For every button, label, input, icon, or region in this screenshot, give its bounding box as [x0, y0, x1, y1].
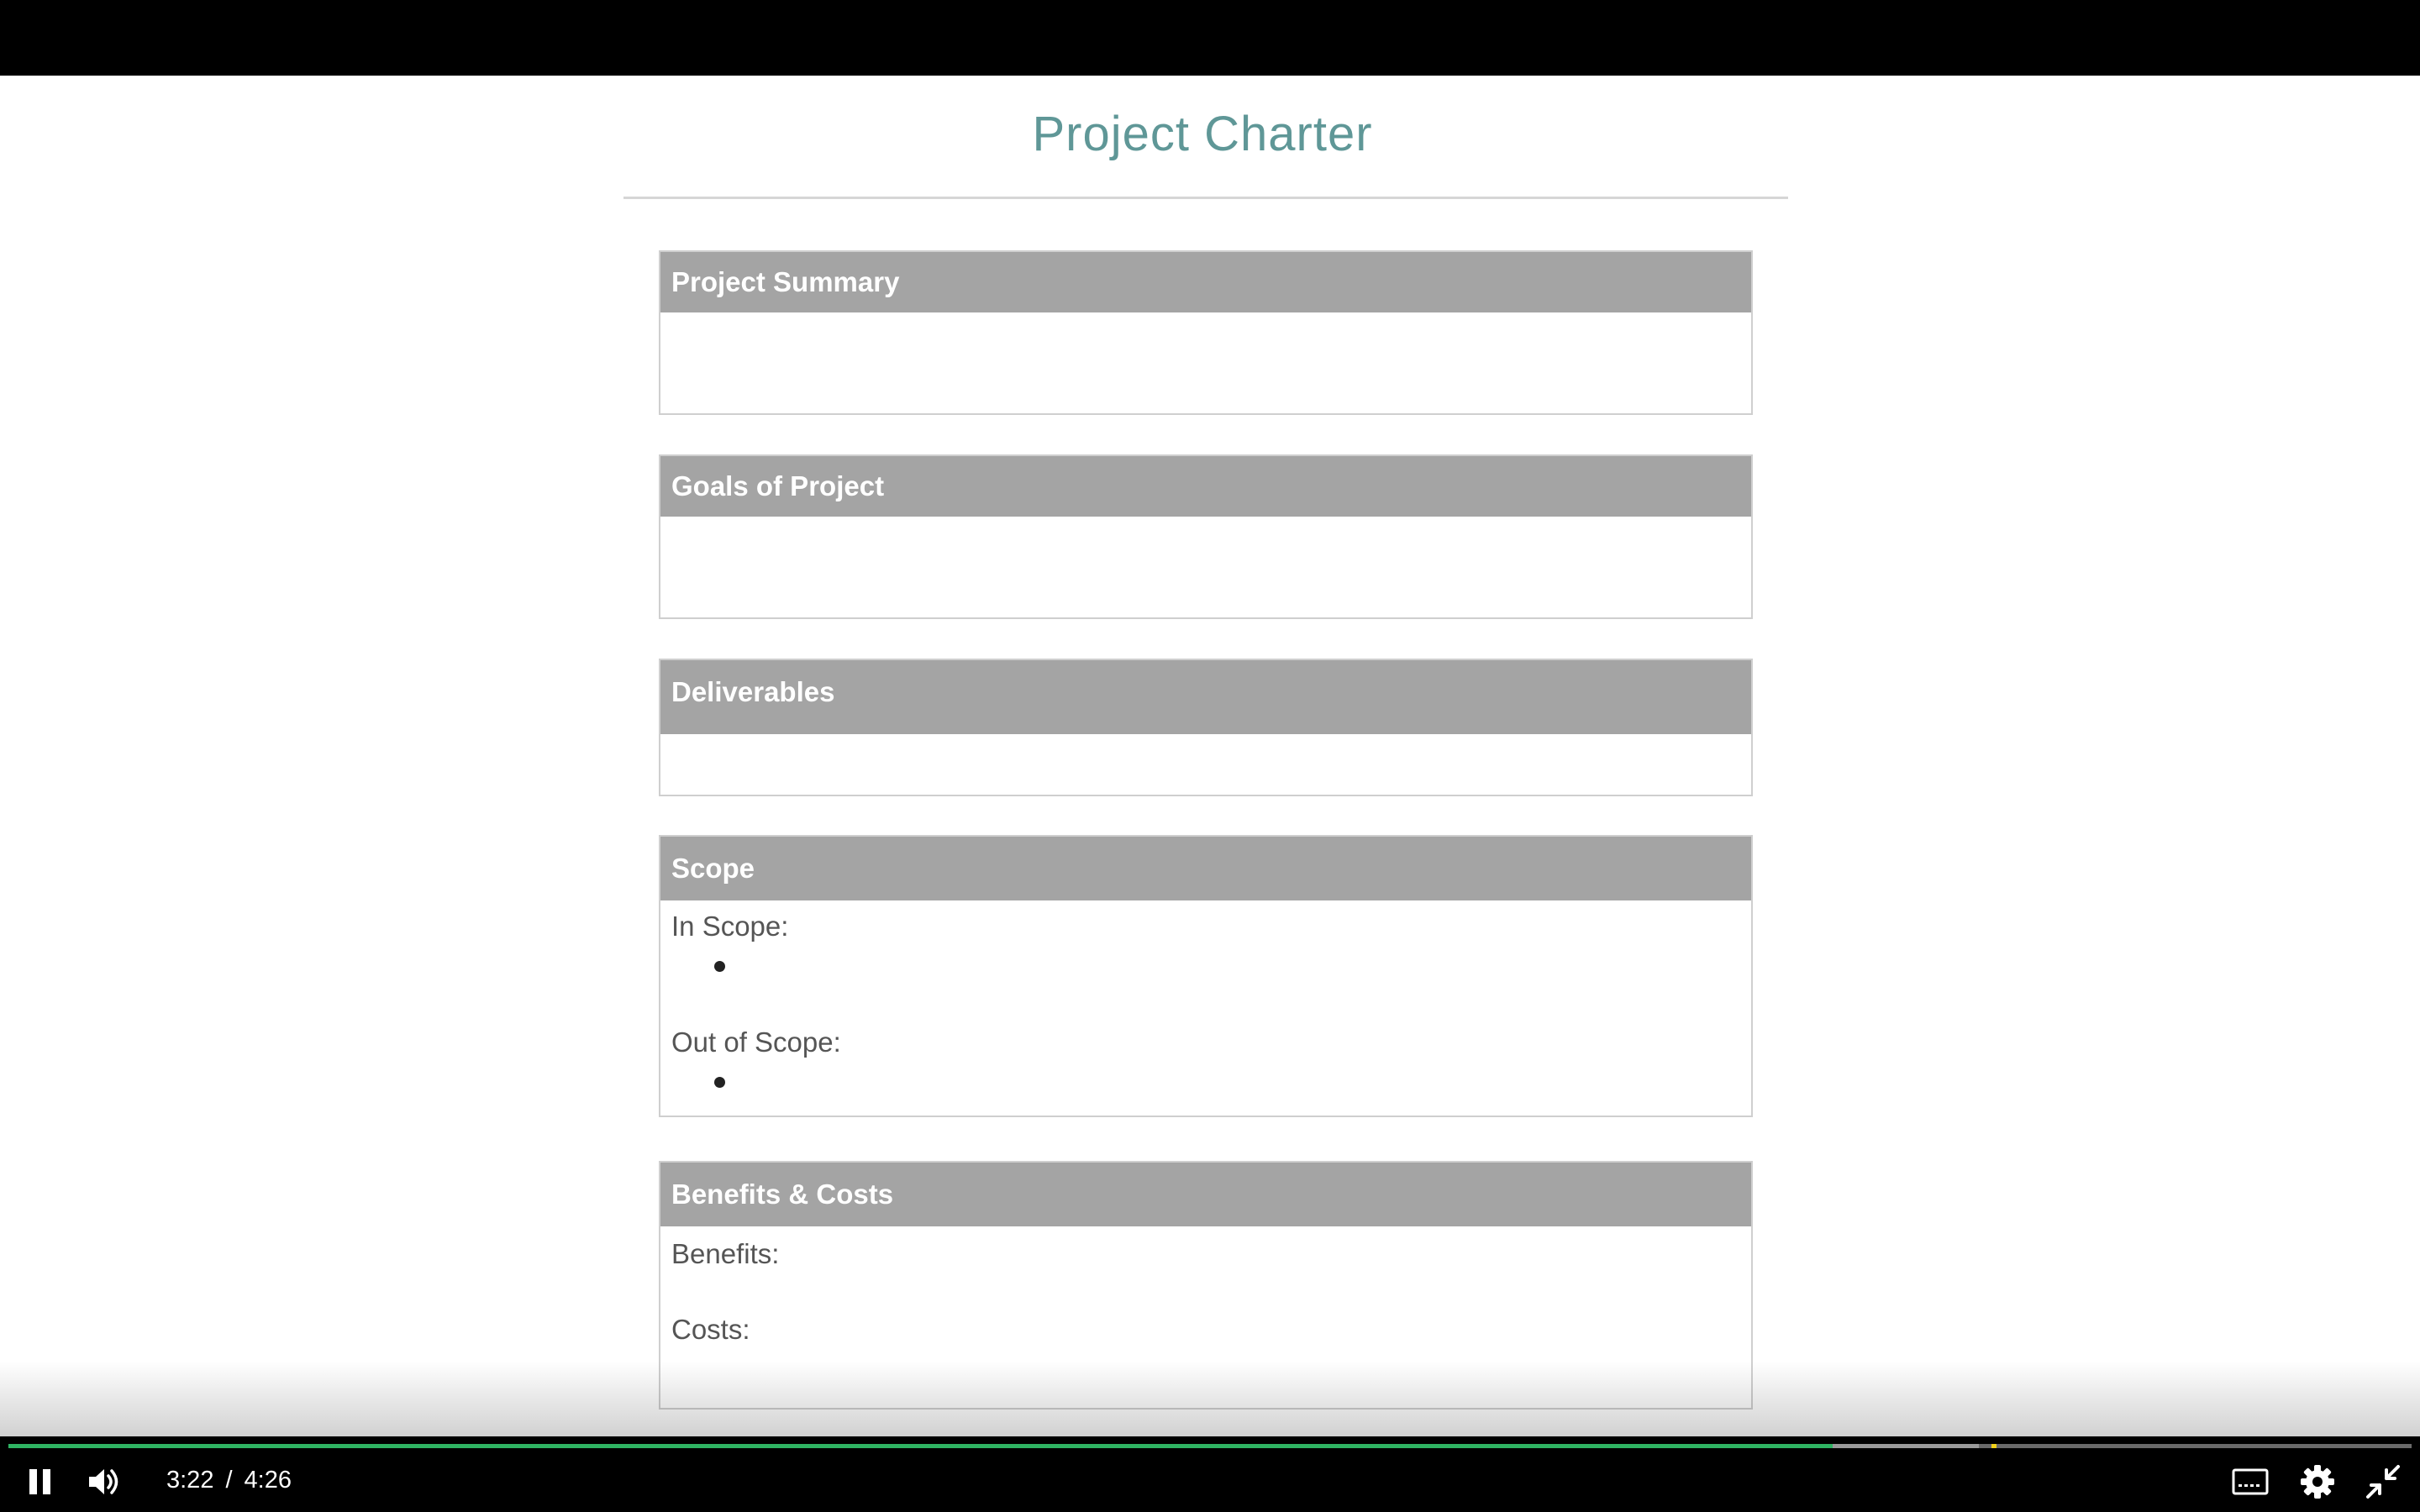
section-project-summary: Project Summary [659, 250, 1753, 415]
section-header: Deliverables [660, 660, 1751, 734]
volume-icon[interactable] [84, 1462, 124, 1502]
out-of-scope-bullet [714, 1077, 725, 1088]
section-body: In Scope: Out of Scope: [660, 900, 1751, 1116]
captions-icon[interactable] [2230, 1462, 2270, 1502]
title-divider [623, 197, 1788, 199]
settings-gear-icon[interactable] [2297, 1462, 2338, 1502]
video-frame[interactable]: Project Charter Project Summary Goals of… [0, 76, 2420, 1436]
section-header: Project Summary [660, 252, 1751, 312]
section-deliverables: Deliverables [659, 659, 1753, 796]
progress-bar[interactable] [8, 1444, 2412, 1448]
time-separator: / [225, 1467, 233, 1494]
section-header: Benefits & Costs [660, 1163, 1751, 1226]
progress-chapter-marker [1991, 1444, 1996, 1448]
controls-gradient-overlay [0, 1361, 2420, 1436]
video-top-letterbox [0, 0, 2420, 76]
time-display: 3:22 / 4:26 [166, 1467, 292, 1494]
out-of-scope-label: Out of Scope: [671, 1026, 841, 1058]
benefits-label: Benefits: [671, 1238, 780, 1269]
in-scope-label: In Scope: [671, 911, 789, 942]
document-title: Project Charter [1032, 107, 1373, 161]
section-header: Goals of Project [660, 456, 1751, 517]
exit-fullscreen-icon[interactable] [2363, 1462, 2403, 1502]
section-goals: Goals of Project [659, 454, 1753, 619]
section-scope: Scope In Scope: Out of Scope: [659, 835, 1753, 1117]
in-scope-bullet [714, 961, 725, 972]
progress-played [8, 1444, 1833, 1448]
section-header: Scope [660, 837, 1751, 900]
current-time: 3:22 [166, 1467, 214, 1494]
costs-label: Costs: [671, 1314, 750, 1345]
pause-icon[interactable] [22, 1462, 62, 1502]
duration: 4:26 [244, 1467, 292, 1494]
